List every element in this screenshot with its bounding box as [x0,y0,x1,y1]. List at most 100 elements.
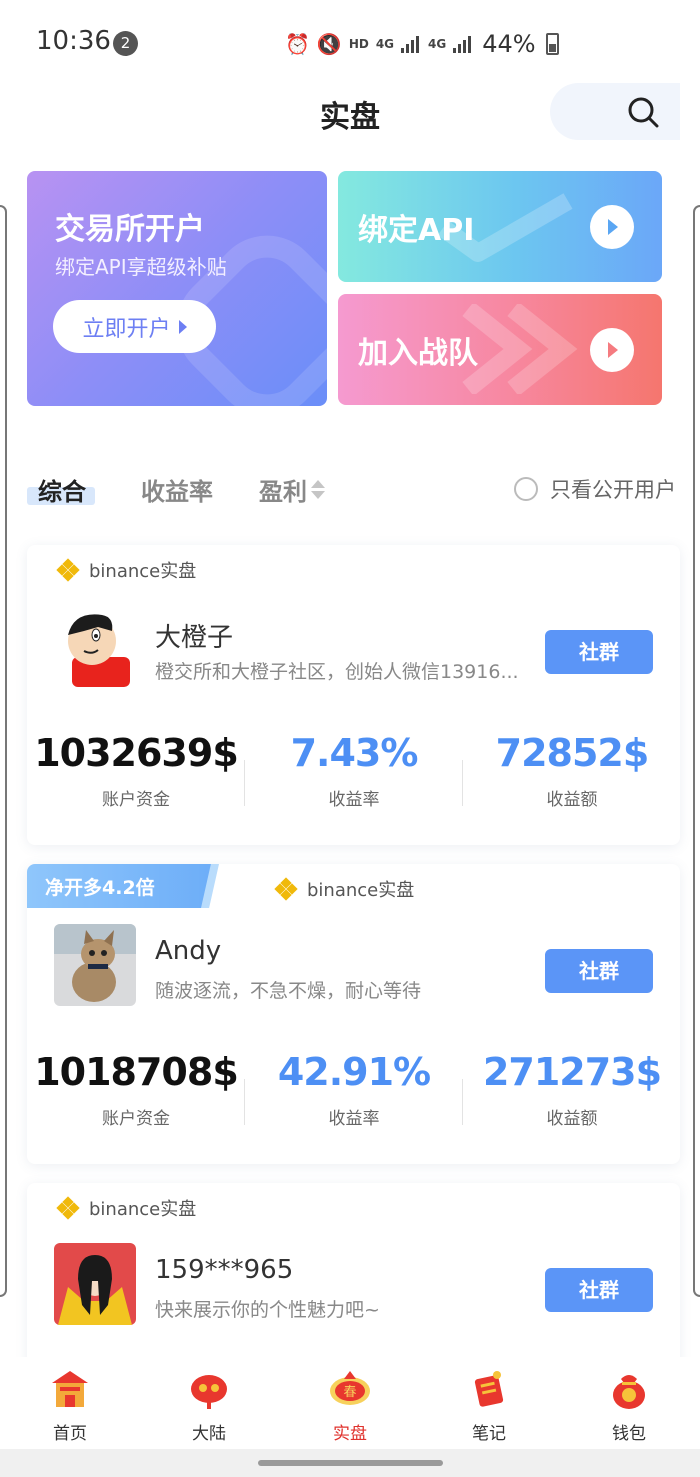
account-funds-stat: 1032639$ 账户资金 [27,731,245,810]
nav-home-label: 首页 [53,1424,87,1444]
open-account-button-label: 立即开户 [82,316,171,342]
community-button[interactable]: 社群 [545,949,653,993]
trader-card[interactable]: 净开多4.2倍 binance实盘 Andy 随波逐流，不急不燥，耐心等待 社群… [27,864,680,1164]
bottom-navigation: 首页 大陆 春 实盘 笔记 钱包 [0,1357,700,1449]
tab-comprehensive[interactable]: 综合 [27,472,95,506]
status-time: 10:36 [36,26,111,56]
account-funds-label: 账户资金 [102,1109,170,1129]
tab-profit[interactable]: 盈利 [259,472,325,507]
join-team-banner[interactable]: 加入战队 [338,294,662,405]
nav-mainland-label: 大陆 [192,1424,226,1444]
status-icons: ⏰ 🔇 HD 4G 4G 44% [285,30,559,58]
play-icon[interactable] [590,205,634,249]
network-4g-icon-2: 4G [428,37,447,51]
home-icon [48,1367,92,1411]
open-account-subtitle: 绑定API享超级补贴 [55,255,227,279]
search-button[interactable] [550,83,680,140]
binance-icon [56,558,80,582]
return-rate-stat: 42.91% 收益率 [245,1050,463,1129]
profit-amount-label: 收益额 [546,1109,598,1129]
profit-amount-label: 收益额 [546,790,598,810]
user-name: Andy [155,936,222,966]
nav-wallet-label: 钱包 [612,1424,646,1444]
live-trading-icon: 春 [328,1367,372,1411]
binance-icon [274,877,298,901]
nav-live-trading[interactable]: 春 实盘 [310,1367,390,1444]
community-button[interactable]: 社群 [545,1268,653,1312]
avatar[interactable] [54,605,136,687]
account-funds-label: 账户资金 [102,790,170,810]
join-team-label: 加入战队 [358,336,478,371]
status-bar: 10:36 2 ⏰ 🔇 HD 4G 4G 44% [0,0,700,86]
profit-amount-stat: 72852$ 收益额 [463,731,680,810]
public-users-only-label: 只看公开用户 [550,478,676,502]
nav-notes-label: 笔记 [472,1424,506,1444]
bind-api-banner[interactable]: 绑定API [338,171,662,282]
profit-amount-stat: 271273$ 收益额 [463,1050,680,1129]
bind-api-label: 绑定API [358,213,475,248]
user-bio: 随波逐流，不急不燥，耐心等待 [155,980,422,1002]
avatar[interactable] [54,1243,136,1325]
exchange-tag: binance实盘 [274,876,415,902]
return-rate-value: 42.91% [277,1050,431,1094]
tab-return-rate[interactable]: 收益率 [141,472,213,507]
user-bio: 橙交所和大橙子社区，创始人微信13916... [155,661,519,683]
trader-card[interactable]: binance实盘 大橙子 橙交所和大橙子社区，创始人微信13916... 社群… [27,545,680,845]
exchange-label: binance实盘 [307,880,415,901]
user-name: 159***965 [155,1255,294,1285]
svg-text:春: 春 [343,1385,356,1400]
signal-icon [401,36,420,53]
mainland-icon [187,1367,231,1411]
arrow-right-icon [178,319,187,334]
open-account-banner[interactable]: 交易所开户 绑定API享超级补贴 立即开户 [27,171,327,406]
user-name: 大橙子 [155,623,234,653]
position-badge-label: 净开多4.2倍 [45,877,155,899]
wallet-icon [607,1367,651,1411]
profit-amount-value: 271273$ [482,1050,662,1094]
nav-mainland[interactable]: 大陆 [169,1367,249,1444]
alarm-icon: ⏰ [285,32,310,56]
signal-icon-2 [453,36,472,53]
open-account-title: 交易所开户 [55,212,205,247]
nav-wallet[interactable]: 钱包 [589,1367,669,1444]
user-bio: 快来展示你的个性魅力吧~ [155,1299,380,1321]
notes-icon [467,1367,511,1411]
open-account-button[interactable]: 立即开户 [53,300,216,353]
sort-icon [311,480,325,499]
exchange-label: binance实盘 [89,561,197,582]
binance-icon [56,1196,80,1220]
position-badge: 净开多4.2倍 [27,864,217,908]
search-icon [628,97,659,128]
account-funds-value: 1032639$ [34,731,239,775]
nav-home[interactable]: 首页 [30,1367,110,1444]
tab-profit-label: 盈利 [259,478,307,506]
battery-percentage: 44% [482,30,536,58]
radio-button[interactable] [514,477,538,501]
public-users-only-toggle[interactable]: 只看公开用户 [514,474,676,504]
exchange-tag: binance实盘 [56,1195,197,1221]
notification-count-badge: 2 [113,31,138,56]
exchange-label: binance实盘 [89,1199,197,1220]
home-gesture-handle[interactable] [258,1460,443,1466]
nav-notes[interactable]: 笔记 [449,1367,529,1444]
nav-live-trading-label: 实盘 [333,1424,367,1444]
mute-icon: 🔇 [316,32,342,56]
tab-comprehensive-label: 综合 [38,478,86,506]
return-rate-stat: 7.43% 收益率 [245,731,463,810]
community-button[interactable]: 社群 [545,630,653,674]
system-navigation-bar [0,1449,700,1477]
exchange-tag: binance实盘 [56,557,197,583]
right-edge-indicator [693,205,700,1297]
network-4g-icon: 4G [375,37,395,51]
play-icon[interactable] [590,328,634,372]
return-rate-label: 收益率 [328,1109,380,1129]
profit-amount-value: 72852$ [495,731,650,775]
hd-icon: HD [348,37,369,51]
account-funds-stat: 1018708$ 账户资金 [27,1050,245,1129]
avatar[interactable] [54,924,136,1006]
return-rate-value: 7.43% [290,731,419,775]
left-edge-indicator [0,205,7,1297]
battery-icon [545,33,559,55]
account-funds-value: 1018708$ [34,1050,239,1094]
return-rate-label: 收益率 [328,790,380,810]
